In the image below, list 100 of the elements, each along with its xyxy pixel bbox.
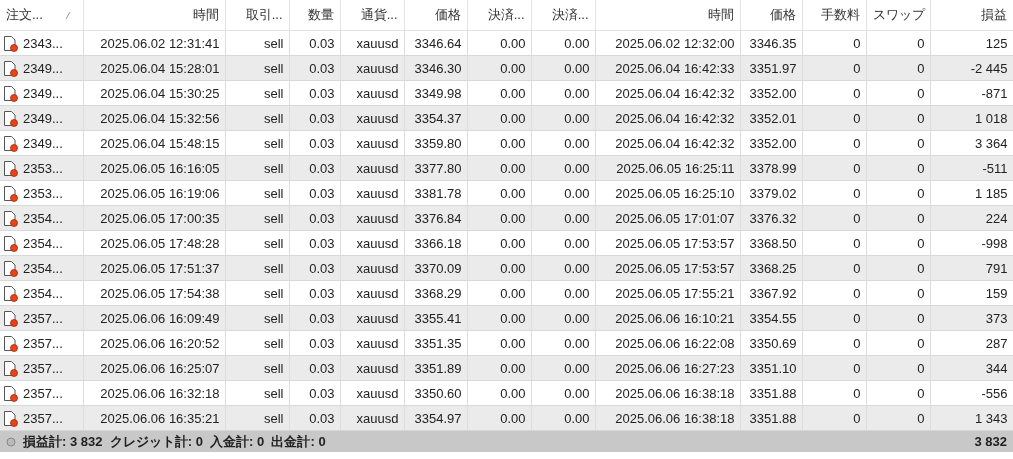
table-cell: sell (264, 110, 284, 126)
table-cell: 2025.06.05 17:55:21 (615, 285, 735, 301)
table-cell: 2025.06.05 16:25:10 (615, 185, 735, 201)
table-cell: 0 (853, 60, 861, 76)
table-cell: 0 (853, 210, 861, 226)
column-header[interactable]: 価格 (404, 0, 467, 31)
table-cell: 2343... (23, 35, 63, 51)
table-cell: sell (264, 160, 284, 176)
table-cell: 3346.30 (414, 60, 462, 76)
column-header[interactable]: 決済... (531, 0, 595, 31)
table-cell: 3376.84 (414, 210, 462, 226)
table-cell: sell (264, 235, 284, 251)
table-cell: 0 (853, 385, 861, 401)
column-header[interactable]: 決済... (467, 0, 531, 31)
table-cell: 3368.25 (749, 260, 797, 276)
column-header[interactable]: 手数料 (802, 0, 866, 31)
table-cell: 2349... (23, 110, 63, 126)
table-cell: xauusd (356, 35, 399, 51)
summary-text: 損益計: 3 832 クレジット計: 0 入金計: 0 出金計: 0 (23, 432, 326, 451)
table-cell: 0.03 (309, 260, 335, 276)
table-cell: 0.00 (500, 360, 526, 376)
table-cell: 0 (917, 110, 925, 126)
table-cell: 3376.32 (749, 210, 797, 226)
table-cell: 2025.06.05 17:53:57 (615, 260, 735, 276)
table-cell: 2025.06.04 16:42:32 (615, 135, 735, 151)
table-cell: 0.00 (500, 110, 526, 126)
table-cell: 2025.06.04 16:42:33 (615, 60, 735, 76)
table-cell: 224 (985, 210, 1008, 226)
table-cell: 3378.99 (749, 160, 797, 176)
table-cell: 2025.06.06 16:27:23 (615, 360, 735, 376)
table-cell: 0 (917, 60, 925, 76)
column-header[interactable]: 時間 (595, 0, 740, 31)
table-cell: 0.00 (564, 385, 590, 401)
table-cell: 0 (917, 160, 925, 176)
table-cell: 0.00 (500, 385, 526, 401)
table-cell: 0.03 (309, 135, 335, 151)
table-cell: 3354.55 (749, 310, 797, 326)
order-icon (3, 259, 19, 277)
table-cell: 2025.06.05 17:01:07 (615, 210, 735, 226)
table-cell: 0 (917, 360, 925, 376)
table-cell: 3370.09 (414, 260, 462, 276)
table-cell: -998 (981, 235, 1008, 251)
table-cell: 0.00 (564, 235, 590, 251)
table-cell: 0 (917, 35, 925, 51)
table-cell: 3368.50 (749, 235, 797, 251)
column-header[interactable]: 取引... (225, 0, 289, 31)
table-cell: 2025.06.06 16:22:08 (615, 335, 735, 351)
table-cell: 0.00 (500, 335, 526, 351)
column-header[interactable]: 数量 (289, 0, 340, 31)
table-cell: xauusd (356, 185, 399, 201)
table-cell: 2025.06.04 16:42:32 (615, 110, 735, 126)
table-cell: 373 (985, 310, 1008, 326)
table-cell: sell (264, 35, 284, 51)
table-cell: 1 018 (974, 110, 1008, 126)
column-header[interactable]: 時間 (83, 0, 225, 31)
table-cell: 2349... (23, 85, 63, 101)
table-cell: 0 (853, 260, 861, 276)
order-icon (3, 284, 19, 302)
table-cell: 2349... (23, 60, 63, 76)
table-cell: 2357... (23, 410, 63, 426)
table-cell: 2357... (23, 360, 63, 376)
table-cell: 0 (853, 235, 861, 251)
order-icon (3, 384, 19, 402)
table-cell: 0.00 (500, 85, 526, 101)
table-cell: 2025.06.04 16:42:32 (615, 85, 735, 101)
column-header[interactable]: 損益 (930, 0, 1013, 31)
summary-total: 3 832 (974, 434, 1007, 449)
order-icon (3, 409, 19, 427)
column-header[interactable]: スワップ (866, 0, 930, 31)
table-cell: 0 (917, 410, 925, 426)
table-cell: 2025.06.05 17:51:37 (100, 260, 220, 276)
table-cell: 0 (917, 235, 925, 251)
table-cell: 0.03 (309, 110, 335, 126)
table-cell: 0.00 (500, 310, 526, 326)
table-cell: 0 (917, 335, 925, 351)
table-cell: 3368.29 (414, 285, 462, 301)
table-cell: 0.00 (500, 60, 526, 76)
table-cell: 3366.18 (414, 235, 462, 251)
table-cell: 0 (853, 335, 861, 351)
table-cell: xauusd (356, 235, 399, 251)
table-cell: 3351.88 (749, 385, 797, 401)
table-cell: 3379.02 (749, 185, 797, 201)
table-cell: 0.03 (309, 85, 335, 101)
table-cell: xauusd (356, 210, 399, 226)
table-cell: 0 (853, 110, 861, 126)
status-icon (6, 436, 16, 447)
table-cell: 0 (917, 135, 925, 151)
table-cell: 2349... (23, 135, 63, 151)
column-header[interactable]: 注文... (0, 0, 83, 31)
table-cell: 2353... (23, 185, 63, 201)
table-cell: xauusd (356, 60, 399, 76)
table-cell: 2025.06.05 16:19:06 (100, 185, 220, 201)
table-cell: 2353... (23, 160, 63, 176)
column-header[interactable]: 価格 (740, 0, 802, 31)
table-cell: xauusd (356, 85, 399, 101)
column-header[interactable]: 通貨... (340, 0, 404, 31)
order-icon (3, 309, 19, 327)
table-cell: sell (264, 310, 284, 326)
table-cell: 2025.06.05 17:48:28 (100, 235, 220, 251)
table-cell: 3351.89 (414, 360, 462, 376)
